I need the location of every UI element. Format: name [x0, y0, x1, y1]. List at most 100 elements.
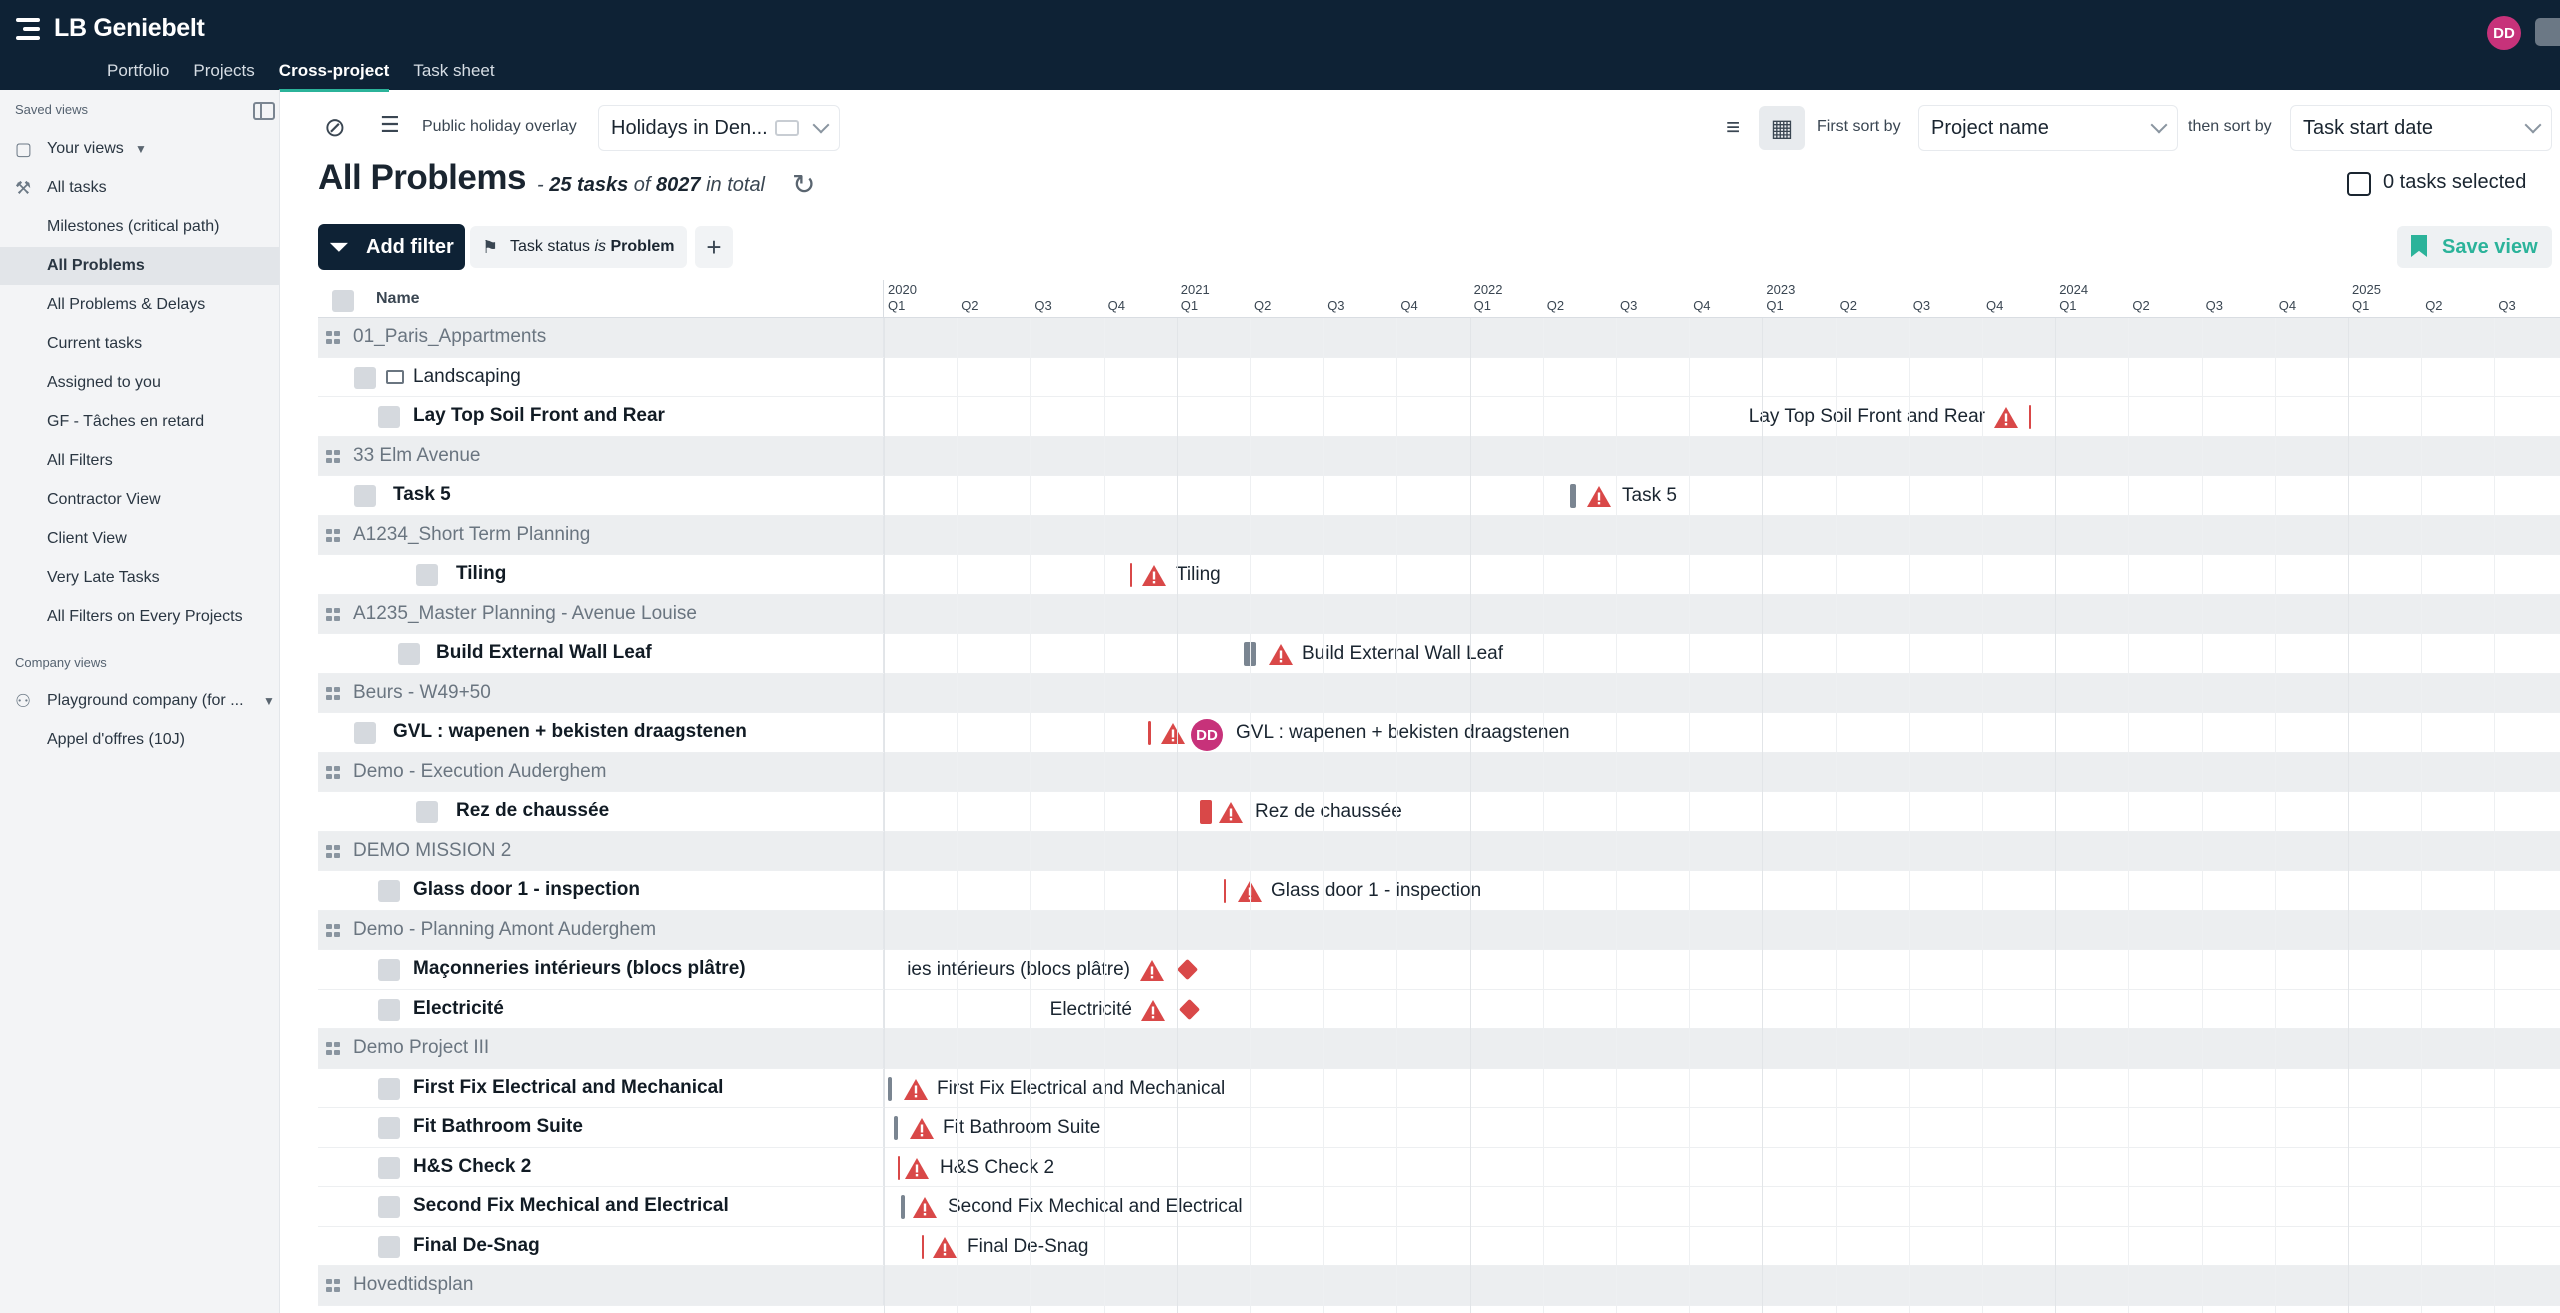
row-checkbox[interactable]	[354, 485, 376, 507]
row-checkbox[interactable]	[416, 801, 438, 823]
task-name[interactable]: Electricité	[413, 998, 504, 1020]
task-name[interactable]: GVL : wapenen + bekisten draagstenen	[393, 721, 747, 743]
row-checkbox[interactable]	[378, 959, 400, 981]
your-views-toggle[interactable]: ▢ Your views ▼	[0, 130, 279, 168]
task-row[interactable]: Rez de chaussée Rez de chaussée	[318, 792, 2560, 832]
select-all-checkbox[interactable]	[2347, 172, 2371, 196]
task-name[interactable]: Glass door 1 - inspection	[413, 879, 640, 901]
sidebar-item-contractor-view[interactable]: Contractor View	[0, 481, 279, 519]
clear-icon[interactable]	[775, 120, 799, 136]
row-checkbox[interactable]	[416, 564, 438, 586]
task-row[interactable]: Tiling Tiling	[318, 555, 2560, 595]
table-view-icon[interactable]: ▦	[1759, 106, 1805, 150]
project-group-row[interactable]: 33 Elm Avenue	[318, 436, 2560, 476]
task-bar[interactable]	[898, 1155, 900, 1180]
task-row[interactable]: Second Fix Mechical and Electrical Second…	[318, 1187, 2560, 1227]
task-row[interactable]: GVL : wapenen + bekisten draagstenen DD GV…	[318, 713, 2560, 753]
row-checkbox[interactable]	[378, 880, 400, 902]
row-checkbox[interactable]	[354, 722, 376, 744]
header-checkbox[interactable]	[332, 290, 354, 312]
sliders-icon[interactable]: ☰	[380, 112, 400, 138]
task-name[interactable]: Second Fix Mechical and Electrical	[413, 1195, 729, 1217]
task-bar[interactable]	[2029, 405, 2031, 429]
task-row[interactable]: H&S Check 2 H&S Check 2	[318, 1147, 2560, 1187]
row-checkbox[interactable]	[378, 1196, 400, 1218]
row-checkbox[interactable]	[378, 1117, 400, 1139]
sidebar-item-all-filters[interactable]: All Filters	[0, 442, 279, 480]
task-bar[interactable]	[901, 1195, 905, 1219]
sidebar-item-all-tasks[interactable]: ⚒ All tasks	[0, 169, 279, 207]
row-checkbox[interactable]	[378, 1235, 400, 1258]
row-checkbox[interactable]	[378, 998, 400, 1021]
task-name[interactable]: H&S Check 2	[413, 1156, 531, 1178]
task-row[interactable]: Glass door 1 - inspection Glass door 1 - …	[318, 871, 2560, 911]
sidebar-item-client-view[interactable]: Client View	[0, 520, 279, 558]
project-group-row[interactable]: 01_Paris_Appartments	[318, 318, 2560, 358]
assignee-avatar[interactable]: DD	[1191, 719, 1223, 751]
add-filter-button[interactable]: ⏷ Add filter	[318, 224, 465, 270]
row-checkbox[interactable]	[378, 1077, 400, 1100]
row-checkbox[interactable]	[398, 643, 420, 665]
task-name[interactable]: Tiling	[456, 563, 506, 585]
brand[interactable]: LB Geniebelt	[16, 14, 205, 43]
project-group-row[interactable]: Demo Project III	[318, 1029, 2560, 1069]
sidebar-item-all-problems[interactable]: All Problems	[0, 247, 279, 285]
name-column-header[interactable]: Name	[318, 280, 884, 318]
sidebar-item-playground-company[interactable]: ⚇ Playground company (for ... ▼	[0, 682, 279, 720]
row-checkbox[interactable]	[354, 366, 376, 389]
task-row[interactable]: Lay Top Soil Front and Rear Lay Top Soil …	[318, 397, 2560, 437]
task-name[interactable]: Task 5	[393, 484, 451, 506]
task-row[interactable]: Task 5 Task 5	[318, 476, 2560, 516]
task-bar[interactable]	[894, 1116, 898, 1140]
save-view-button[interactable]: Save view	[2397, 226, 2552, 268]
folder-row[interactable]: Landscaping	[318, 357, 2560, 397]
task-row[interactable]: Build External Wall Leaf Build External W…	[318, 634, 2560, 674]
sidebar-item-very-late[interactable]: Very Late Tasks	[0, 559, 279, 597]
sidebar-item-gf-late[interactable]: GF - Tâches en retard	[0, 403, 279, 441]
project-group-row[interactable]: Beurs - W49+50	[318, 673, 2560, 713]
task-name[interactable]: Final De-Snag	[413, 1235, 540, 1257]
sidebar-item-current-tasks[interactable]: Current tasks	[0, 325, 279, 363]
task-name[interactable]: Build External Wall Leaf	[436, 642, 652, 664]
project-group-row[interactable]: A1235_Master Planning - Avenue Louise	[318, 594, 2560, 634]
task-row[interactable]: First Fix Electrical and Mechanical First…	[318, 1068, 2560, 1108]
collapse-sidebar-icon[interactable]	[253, 102, 275, 120]
chat-icon[interactable]	[2535, 18, 2560, 46]
task-row[interactable]: Final De-Snag Final De-Snag	[318, 1226, 2560, 1266]
sidebar-item-filters-every-project[interactable]: All Filters on Every Projects	[0, 598, 279, 636]
sidebar-item-assigned[interactable]: Assigned to you	[0, 364, 279, 402]
task-name[interactable]: Maçonneries intérieurs (blocs plâtre)	[413, 958, 746, 980]
task-row[interactable]: Fit Bathroom Suite Fit Bathroom Suite	[318, 1108, 2560, 1148]
task-row[interactable]: Electricité Electricité	[318, 989, 2560, 1029]
sidebar-item-problems-delays[interactable]: All Problems & Delays	[0, 286, 279, 324]
sidebar-item-milestones[interactable]: Milestones (critical path)	[0, 208, 279, 246]
row-checkbox[interactable]	[378, 1156, 400, 1179]
then-sort-select[interactable]: Task start date	[2290, 105, 2552, 151]
refresh-icon[interactable]: ↻	[792, 168, 815, 201]
holiday-select[interactable]: Holidays in Den...	[598, 105, 840, 151]
task-bar[interactable]	[922, 1234, 924, 1259]
project-group-row[interactable]: DEMO MISSION 2	[318, 831, 2560, 871]
task-name[interactable]: First Fix Electrical and Mechanical	[413, 1077, 723, 1099]
task-bar[interactable]	[1570, 484, 1576, 508]
filter-off-icon[interactable]: ⊘	[324, 112, 346, 143]
project-group-row[interactable]: A1234_Short Term Planning	[318, 515, 2560, 555]
add-filter-plus-button[interactable]: +	[695, 226, 733, 268]
task-bar[interactable]	[1200, 800, 1212, 824]
milestone-diamond-icon[interactable]	[1178, 998, 1201, 1020]
user-avatar[interactable]: DD	[2487, 16, 2521, 50]
task-name[interactable]: Lay Top Soil Front and Rear	[413, 405, 665, 427]
sidebar-item-appel-offres[interactable]: Appel d'offres (10J)	[0, 721, 279, 759]
milestone-diamond-icon[interactable]	[1176, 958, 1199, 981]
task-name[interactable]: Fit Bathroom Suite	[413, 1116, 583, 1138]
first-sort-select[interactable]: Project name	[1918, 105, 2178, 151]
task-bar[interactable]	[1148, 721, 1151, 745]
project-group-row[interactable]: Demo - Execution Auderghem	[318, 752, 2560, 792]
task-bar[interactable]	[1224, 879, 1226, 903]
nav-task-sheet[interactable]: Task sheet	[401, 56, 506, 90]
nav-portfolio[interactable]: Portfolio	[95, 56, 181, 90]
nav-cross-project[interactable]: Cross-project	[267, 56, 402, 92]
project-group-row[interactable]: Hovedtidsplan	[318, 1266, 2560, 1306]
project-group-row[interactable]: Demo - Planning Amont Auderghem	[318, 910, 2560, 950]
task-bar[interactable]	[1130, 563, 1132, 587]
